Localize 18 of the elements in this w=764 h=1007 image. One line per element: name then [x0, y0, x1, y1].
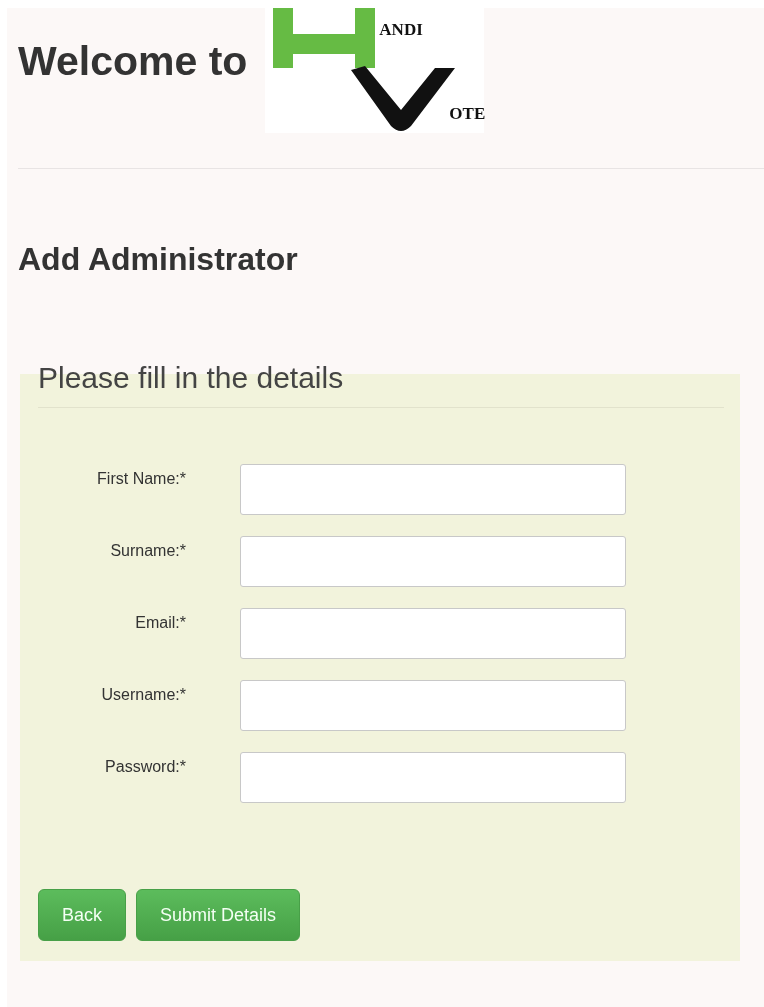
input-field[interactable] [240, 608, 626, 659]
welcome-heading: Welcome to [18, 38, 248, 85]
form-button[interactable]: Back [38, 889, 127, 941]
field-label: First Name:* [96, 469, 186, 488]
logo-text: ANDI [379, 20, 423, 40]
form-button[interactable]: Submit Details [136, 889, 301, 941]
field-label: Surname:* [109, 541, 186, 560]
logo-text: OTE [449, 104, 486, 124]
page-title: Add Administrator [18, 241, 299, 278]
field-label: Email:* [134, 613, 186, 632]
field-label: Username:* [100, 685, 186, 704]
input-field[interactable] [240, 536, 626, 587]
input-field[interactable] [240, 464, 626, 515]
input-field[interactable] [240, 680, 626, 731]
form-legend: Please fill in the details [38, 361, 344, 395]
input-field[interactable] [240, 752, 626, 803]
field-label: Password:* [104, 757, 186, 776]
letter-h-icon [273, 8, 376, 68]
